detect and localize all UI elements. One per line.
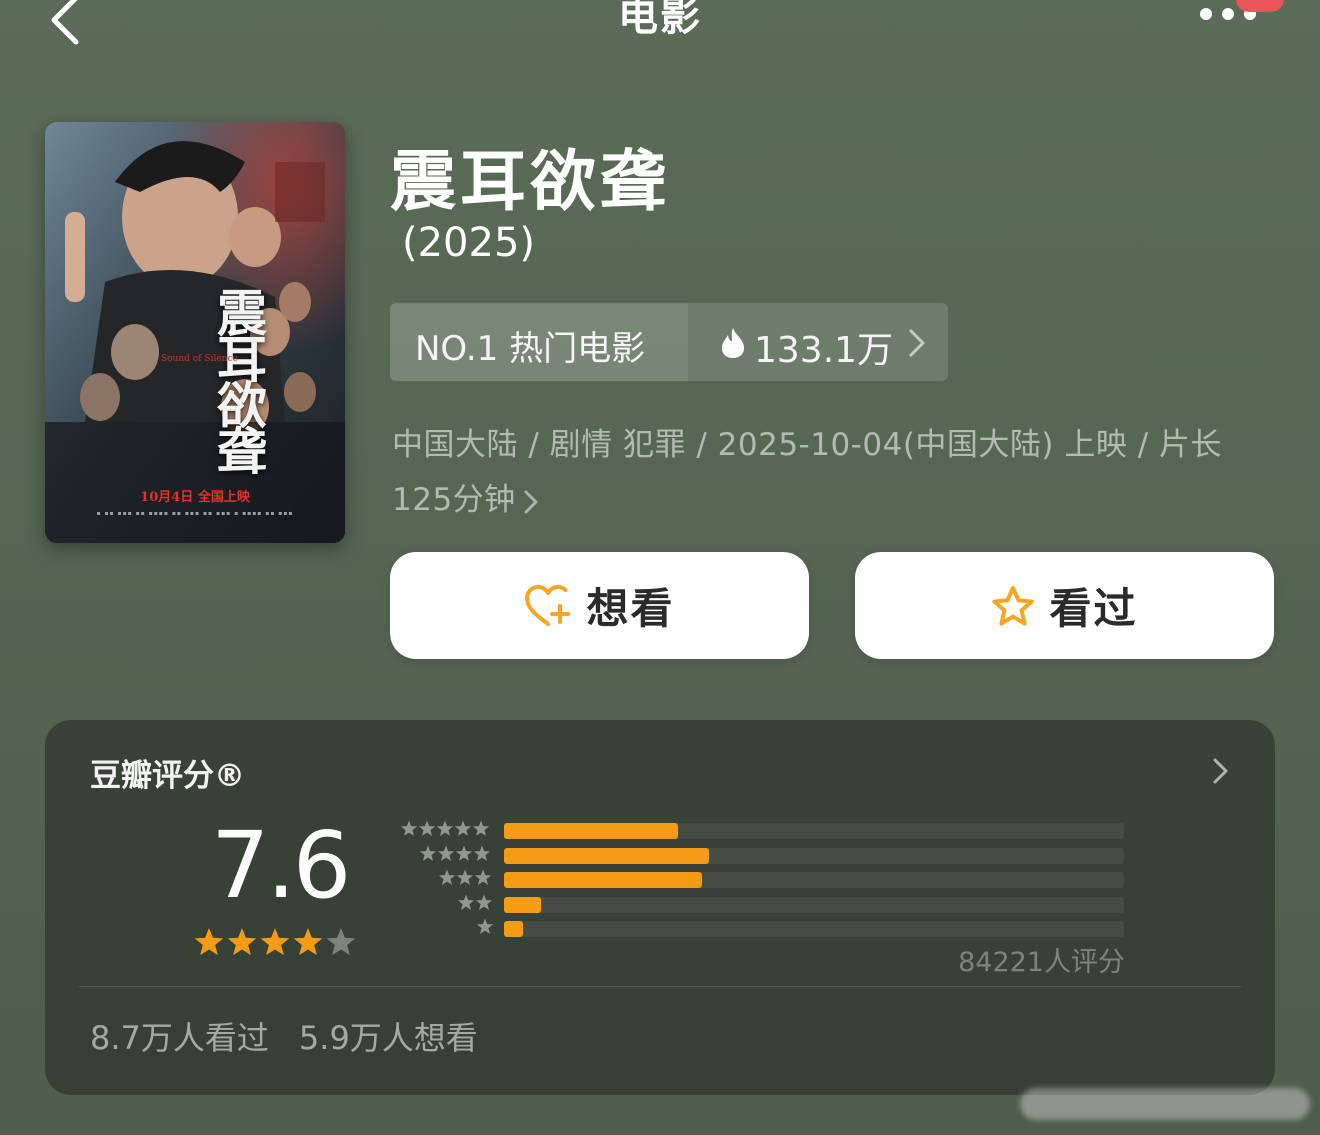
- distribution-bar-5: [504, 823, 678, 839]
- rating-brand: 豆瓣评分®: [90, 758, 245, 794]
- poster-subtitle: Sound of Silence: [161, 354, 238, 364]
- top-bar: 电影: [0, 0, 1320, 60]
- fire-icon: [722, 328, 744, 358]
- distribution-row-4: [383, 844, 1143, 864]
- distribution-track: [504, 823, 1124, 839]
- distribution-track: [504, 872, 1124, 888]
- small-star-icon: [438, 869, 456, 885]
- star-filled-icon: [194, 928, 224, 956]
- small-star-icon: [418, 820, 436, 836]
- distribution-bar-3: [504, 872, 703, 888]
- small-star-icon: [437, 844, 455, 861]
- poster-title: 震耳欲聋: [209, 287, 268, 471]
- want-count[interactable]: 5.9万人想看: [299, 1019, 478, 1057]
- distribution-row-2: [383, 893, 1143, 913]
- star-filled-icon: [227, 928, 257, 956]
- watermark: [1020, 1088, 1310, 1120]
- seen-count[interactable]: 8.7万人看过: [90, 1019, 269, 1057]
- small-star-icon: [473, 844, 491, 861]
- small-star-icon: [436, 820, 454, 836]
- distribution-stars-icon: [400, 820, 490, 836]
- chevron-right-icon: [524, 490, 538, 513]
- small-star-icon: [456, 869, 474, 885]
- watched-button[interactable]: 看过: [855, 552, 1274, 659]
- audience-stats: 8.7万人看过 5.9万人想看: [90, 1013, 478, 1059]
- heart-plus-icon: [525, 584, 571, 626]
- want-to-watch-button[interactable]: 想看: [390, 552, 809, 659]
- vote-count: 84221人评分: [958, 947, 1125, 978]
- distribution-stars-icon: [419, 844, 491, 861]
- distribution-row-5: [383, 820, 1143, 839]
- movie-year: (2025): [402, 220, 536, 266]
- distribution-bar-4: [504, 847, 709, 864]
- want-to-watch-label: 想看: [586, 584, 675, 633]
- movie-title: 震耳欲聋: [390, 143, 670, 220]
- page-title: 电影: [618, 0, 702, 40]
- distribution-track: [504, 921, 1124, 937]
- movie-meta[interactable]: 中国大陆 / 剧情 犯罪 / 2025-10-04(中国大陆) 上映 / 片长 …: [392, 418, 1272, 528]
- small-star-icon: [474, 869, 492, 885]
- distribution-row-1: [383, 918, 1143, 937]
- watched-label: 看过: [1049, 584, 1138, 633]
- distribution-track: [504, 847, 1124, 864]
- heat-value: 133.1万: [754, 330, 894, 371]
- notification-badge: [1236, 0, 1284, 12]
- small-star-icon: [457, 893, 475, 910]
- distribution-track: [504, 896, 1124, 913]
- chevron-right-icon[interactable]: [1211, 756, 1231, 786]
- small-star-icon: [476, 918, 494, 934]
- distribution-bar-1: [504, 921, 523, 937]
- small-star-icon: [454, 820, 472, 836]
- ranking-badge[interactable]: NO.1 热门电影 133.1万: [390, 303, 948, 381]
- small-star-icon: [472, 820, 490, 836]
- poster-release-note: 10月4日 全国上映: [140, 490, 250, 505]
- ranking-label: NO.1 热门电影: [415, 329, 646, 369]
- small-star-icon: [455, 844, 473, 861]
- small-star-icon: [475, 893, 493, 910]
- rating-card[interactable]: 豆瓣评分® 7.6 84221人评分 8.7万人看过 5.9万人想看: [45, 720, 1275, 1095]
- star-filled-icon: [293, 928, 323, 956]
- distribution-stars-icon: [438, 869, 492, 885]
- small-star-icon: [419, 844, 437, 861]
- chevron-right-icon: [909, 329, 925, 357]
- rating-distribution: [383, 820, 1143, 940]
- star-filled-icon: [260, 928, 290, 956]
- small-star-icon: [400, 820, 418, 836]
- distribution-bar-2: [504, 896, 542, 913]
- poster-credits: ▪ ▪▪ ▪▪▪ ▪▪ ▪▪▪▪ ▪▪ ▪▪▪ ▪▪ ▪▪▪ ▪ ▪▪▪▪ ▪▪…: [96, 510, 294, 517]
- distribution-row-3: [383, 869, 1143, 888]
- movie-meta-text: 中国大陆 / 剧情 犯罪 / 2025-10-04(中国大陆) 上映 / 片长 …: [392, 427, 1223, 518]
- divider: [79, 986, 1241, 987]
- distribution-stars-icon: [457, 893, 493, 910]
- star-outline-icon: [992, 585, 1035, 626]
- distribution-stars-icon: [476, 918, 494, 934]
- star-empty-icon: [326, 928, 356, 956]
- movie-poster[interactable]: 震耳欲聋 Sound of Silence 10月4日 全国上映 ▪ ▪▪ ▪▪…: [45, 122, 345, 543]
- score-stars: [194, 928, 356, 956]
- rating-score: 7.6: [211, 812, 351, 919]
